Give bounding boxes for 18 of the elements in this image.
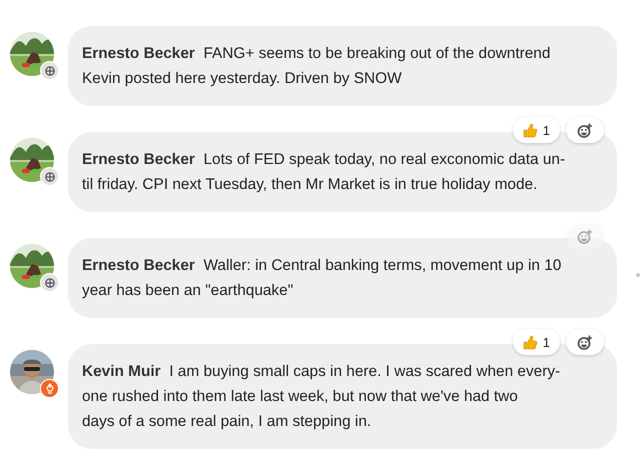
message-text: Kevin Muir I am buying small caps in here. I was scared when every- one rushed into them late last week, but now that we've had two days of a some real pain, I am stepping in. <box>82 363 560 430</box>
pen-badge-icon <box>40 379 59 398</box>
add-reaction-button[interactable] <box>566 329 604 355</box>
reaction-button[interactable]: 1 <box>512 329 560 355</box>
thumbs-up-icon <box>522 334 537 350</box>
add-reaction-button[interactable] <box>566 117 604 143</box>
add-emoji-icon <box>577 334 593 350</box>
thumbs-up-icon <box>522 122 537 138</box>
reaction-button[interactable]: 1 <box>512 117 560 143</box>
message-text: Ernesto Becker FANG+ seems to be breaking out of the downtrend Kevin posted here yesterday. Driven by SNOW <box>82 45 550 87</box>
message-text: Ernesto Becker Waller: in Central banking terms, movement up in 10 year has been an "earthquake" <box>82 257 562 299</box>
add-emoji-icon <box>577 122 593 138</box>
dot-icon <box>636 273 640 277</box>
grid-badge-icon <box>40 61 59 80</box>
message-text: Ernesto Becker Lots of FED speak today, no real exconomic data un- til friday. CPI next Tuesday, then Mr Market is in true holiday mode. <box>82 151 566 193</box>
grid-badge-icon <box>40 167 59 186</box>
add-emoji-icon <box>577 228 593 244</box>
grid-badge-icon <box>40 273 59 292</box>
